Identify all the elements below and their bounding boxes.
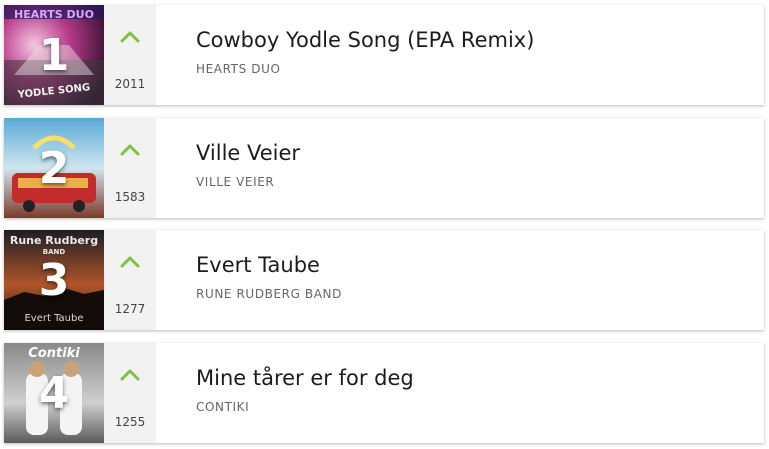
album-cover[interactable]: HEARTS DUO YODLE SONG 1: [4, 5, 104, 105]
artist-name[interactable]: CONTIKI: [196, 400, 764, 414]
play-count: 1277: [114, 302, 146, 316]
up-chevron-icon: [104, 367, 156, 381]
song-title[interactable]: Evert Taube: [196, 253, 764, 277]
artist-name[interactable]: VILLE VEIER: [196, 175, 764, 189]
album-cover[interactable]: Contiki 4: [4, 343, 104, 443]
song-info: Evert Taube RUNE RUDBERG BAND: [156, 230, 764, 330]
rank-number: 3: [38, 254, 70, 306]
up-chevron-icon: [104, 254, 156, 268]
rank-number: 2: [38, 142, 70, 194]
song-info: Cowboy Yodle Song (EPA Remix) HEARTS DUO: [156, 5, 764, 105]
album-cover[interactable]: Rune Rudberg BAND Evert Taube 3: [4, 230, 104, 330]
play-count: 2011: [114, 77, 146, 91]
up-chevron-icon: [104, 142, 156, 156]
play-stats: 1255: [104, 343, 156, 443]
play-count: 1583: [114, 190, 146, 204]
artist-name[interactable]: RUNE RUDBERG BAND: [196, 287, 764, 301]
chart-row[interactable]: 2 1583 Ville Veier VILLE VEIER: [4, 118, 764, 218]
artist-name[interactable]: HEARTS DUO: [196, 62, 764, 76]
song-info: Ville Veier VILLE VEIER: [156, 118, 764, 218]
play-stats: 2011: [104, 5, 156, 105]
chart-row[interactable]: HEARTS DUO YODLE SONG 1 2011 Cowboy Yodl…: [4, 5, 764, 105]
song-info: Mine tårer er for deg CONTIKI: [156, 343, 764, 443]
song-title[interactable]: Mine tårer er for deg: [196, 366, 764, 390]
rank-number: 1: [38, 29, 70, 81]
rank-number: 4: [38, 367, 70, 419]
play-stats: 1277: [104, 230, 156, 330]
up-chevron-icon: [104, 29, 156, 43]
play-count: 1255: [114, 415, 146, 429]
song-title[interactable]: Cowboy Yodle Song (EPA Remix): [196, 28, 764, 52]
song-chart-list: HEARTS DUO YODLE SONG 1 2011 Cowboy Yodl…: [0, 0, 769, 449]
play-stats: 1583: [104, 118, 156, 218]
chart-row[interactable]: Contiki 4 1255 Mine tårer er for deg CON…: [4, 343, 764, 443]
album-cover[interactable]: 2: [4, 118, 104, 218]
song-title[interactable]: Ville Veier: [196, 141, 764, 165]
chart-row[interactable]: Rune Rudberg BAND Evert Taube 3 1277 Eve…: [4, 230, 764, 330]
